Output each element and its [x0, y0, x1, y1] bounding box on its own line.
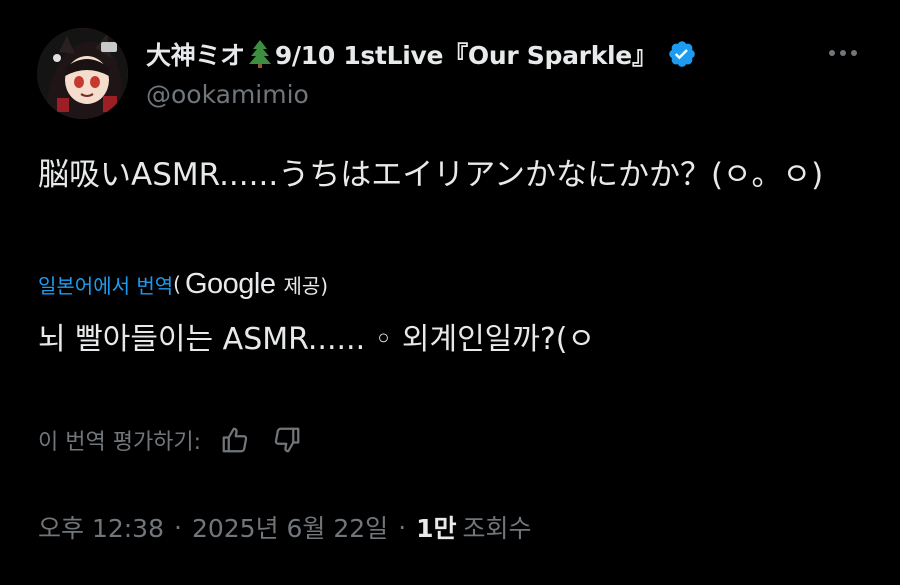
author-name-row[interactable]: 大神ミオ 9/10 1stLive『Our Sparkle』 — [146, 34, 697, 74]
more-options-button[interactable] — [825, 38, 861, 68]
separator: · — [174, 512, 182, 542]
tweet-time[interactable]: 오후 12:38 — [38, 509, 164, 545]
rate-translation-row: 이 번역 평가하기: — [38, 420, 319, 460]
display-name-prefix[interactable]: 大神ミオ — [146, 36, 245, 72]
rate-translation-label: 이 번역 평가하기: — [38, 430, 202, 455]
translated-text: 뇌 빨아들이는 ASMR...... ◦ 외계인일까?(ㅇ — [38, 322, 596, 357]
more-horizontal-icon-dot — [840, 50, 846, 56]
display-name-suffix[interactable]: 9/10 1stLive『Our Sparkle』 — [275, 36, 657, 72]
thumbs-down-icon[interactable] — [267, 420, 307, 460]
separator: · — [398, 512, 407, 542]
google-logo: Google — [184, 267, 276, 300]
paren-open: ( — [173, 272, 181, 296]
translated-from-link[interactable]: 일본어에서 번역 — [38, 270, 173, 299]
tweet-meta: 오후 12:38 · 2025년 6월 22일 · 1만 조회수 — [38, 505, 532, 549]
more-horizontal-icon-dot — [829, 50, 835, 56]
avatar[interactable] — [37, 28, 128, 119]
more-horizontal-icon-dot — [851, 50, 857, 56]
author-handle[interactable]: @ookamimio — [146, 80, 309, 109]
provided-label: 제공) — [283, 273, 329, 298]
tweet-text: 脳吸いASMR......うちはエイリアンかなにかか？(ㅇ。ㅇ) — [38, 157, 824, 193]
thumbs-up-icon[interactable] — [215, 420, 255, 460]
tweet-detail: 大神ミオ 9/10 1stLive『Our Sparkle』 @ookamimi… — [0, 0, 900, 585]
christmas-tree-icon — [247, 39, 273, 69]
verified-badge-icon[interactable] — [667, 39, 697, 69]
views-label: 조회수 — [462, 514, 532, 543]
tweet-date[interactable]: 2025년 6월 22일 — [192, 509, 388, 545]
avatar-illustration — [37, 28, 128, 119]
translation-attribution: 일본어에서 번역 ( Google 제공) — [38, 266, 328, 302]
views-count: 1만 — [416, 514, 457, 543]
